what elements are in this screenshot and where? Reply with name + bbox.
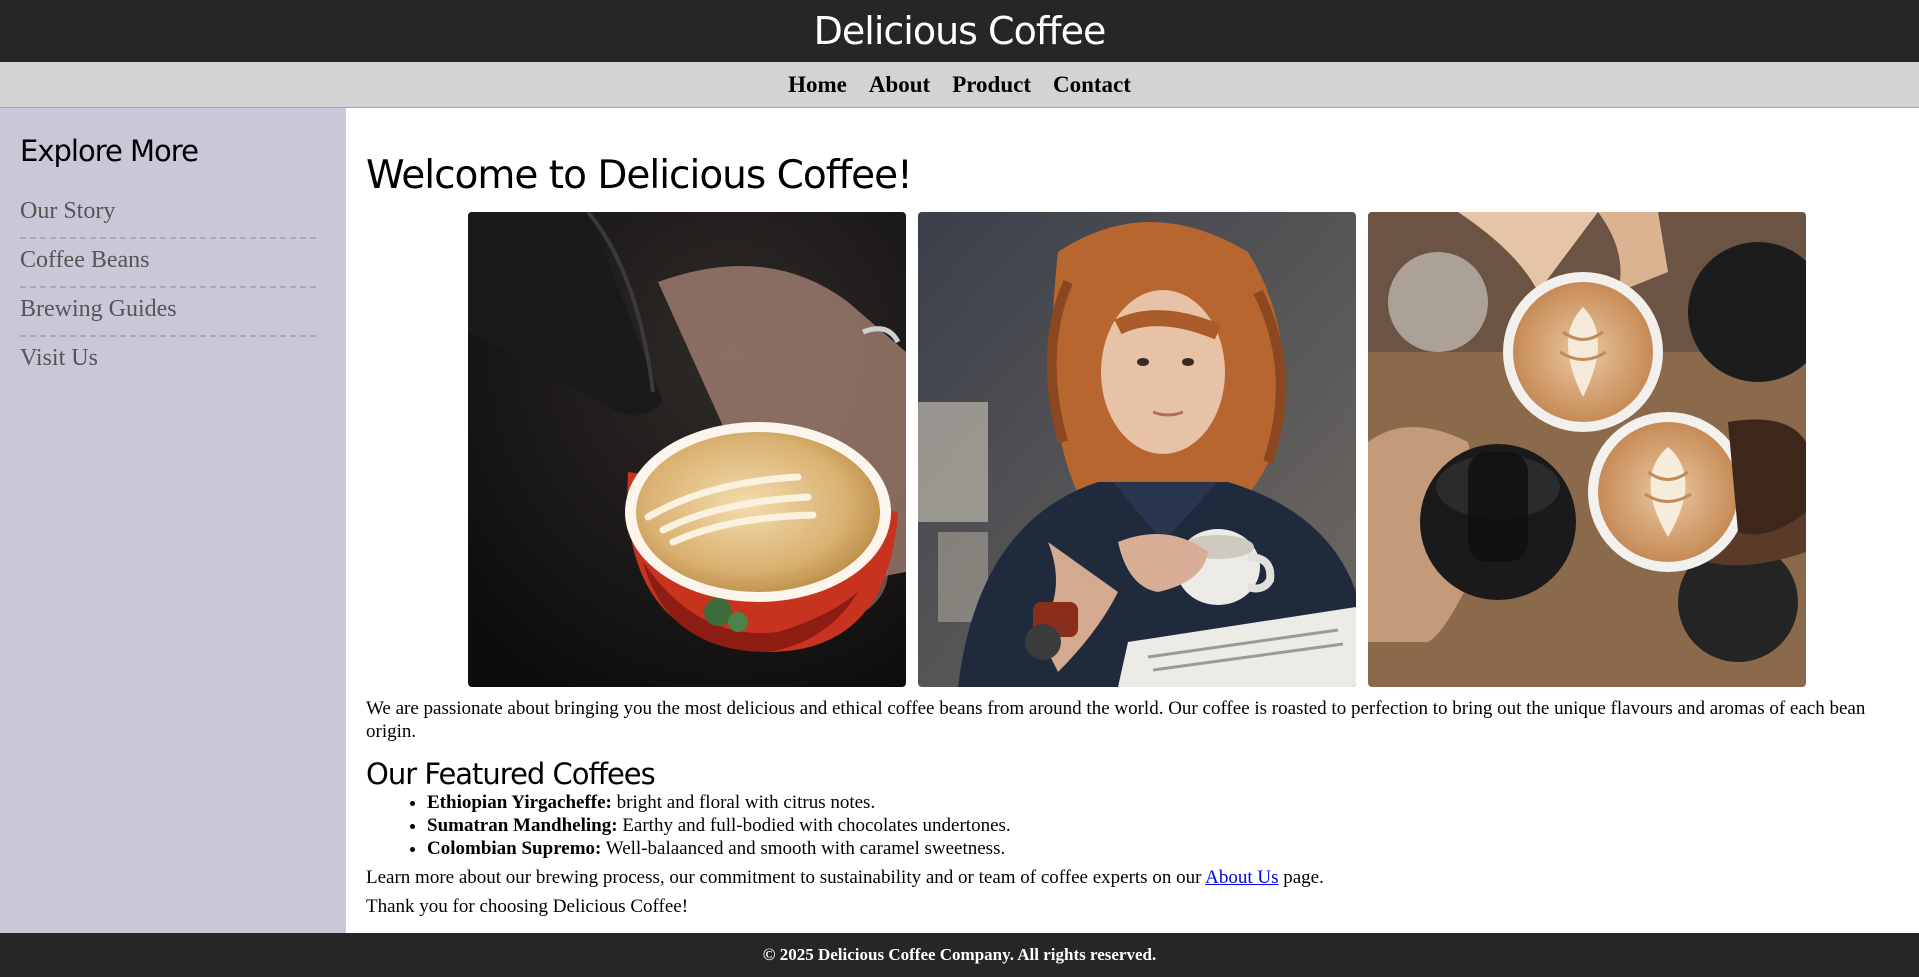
coffee-description: bright and floral with citrus notes. <box>611 792 876 813</box>
site-header: Delicious Coffee <box>0 0 1919 62</box>
photo-gallery <box>366 212 1907 687</box>
learn-more-text: Learn more about our brewing process, ou… <box>366 867 1206 888</box>
coffee-name: Ethiopian Yirgacheffe: <box>427 792 612 813</box>
nav-contact[interactable]: Contact <box>1053 72 1131 98</box>
list-item: Colombian Supremo: Well-balaanced and sm… <box>427 837 1907 860</box>
thanks-paragraph: Thank you for choosing Delicious Coffee! <box>366 896 689 917</box>
copyright-text: © 2025 Delicious Coffee Company. All rig… <box>762 945 1157 964</box>
coffee-description: Well-balaanced and smooth with caramel s… <box>601 838 1006 859</box>
coffee-cheers-photo <box>1367 212 1806 687</box>
sidebar-item-visit-us[interactable]: Visit Us <box>20 337 316 384</box>
sidebar-item-coffee-beans[interactable]: Coffee Beans <box>20 239 316 288</box>
sidebar-item-brewing-guides[interactable]: Brewing Guides <box>20 288 316 337</box>
sidebar-title: Explore More <box>20 134 199 168</box>
learn-more-paragraph: Learn more about our brewing process, ou… <box>366 866 1907 889</box>
coffee-name: Colombian Supremo: <box>427 838 602 859</box>
man-drinking-coffee-photo <box>917 212 1356 687</box>
featured-coffees-heading: Our Featured Coffees <box>366 757 656 791</box>
nav-about[interactable]: About <box>869 72 930 98</box>
latte-art-pour-photo <box>467 212 906 687</box>
coffee-description: Earthy and full-bodied with chocolates u… <box>617 815 1011 836</box>
learn-more-suffix: page. <box>1278 867 1324 888</box>
site-footer: © 2025 Delicious Coffee Company. All rig… <box>0 933 1919 977</box>
nav-product[interactable]: Product <box>952 72 1031 98</box>
main-content: Welcome to Delicious Coffee! We are pass… <box>346 108 1919 933</box>
coffee-name: Sumatran Mandheling: <box>427 815 618 836</box>
top-nav: Home About Product Contact <box>0 62 1919 108</box>
sidebar-item-our-story[interactable]: Our Story <box>20 190 316 239</box>
page-title: Welcome to Delicious Coffee! <box>366 153 913 198</box>
coffee-list: Ethiopian Yirgacheffe: bright and floral… <box>366 791 1907 860</box>
nav-home[interactable]: Home <box>788 72 847 98</box>
site-title: Delicious Coffee <box>813 9 1107 53</box>
list-item: Sumatran Mandheling: Earthy and full-bod… <box>427 814 1907 837</box>
about-us-link[interactable]: About Us <box>1205 867 1278 888</box>
intro-paragraph: We are passionate about bringing you the… <box>366 698 1866 742</box>
sidebar: Explore More Our Story Coffee Beans Brew… <box>0 108 346 933</box>
list-item: Ethiopian Yirgacheffe: bright and floral… <box>427 791 1907 814</box>
